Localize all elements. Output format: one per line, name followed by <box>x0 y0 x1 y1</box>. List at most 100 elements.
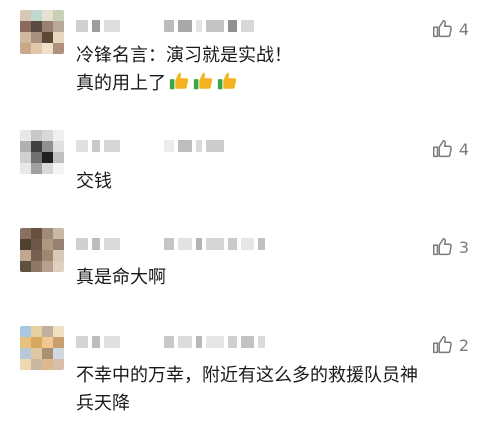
avatar[interactable] <box>20 228 64 272</box>
username-pixel-block <box>206 20 224 32</box>
avatar-pixel <box>20 130 31 141</box>
username-pixel-block <box>178 140 192 152</box>
comment-line: 冷锋名言：演习就是实战！ <box>76 45 292 66</box>
like-count: 2 <box>458 335 469 355</box>
emoji-group <box>168 70 238 92</box>
like-count: 3 <box>458 237 469 257</box>
username-pixel-block <box>178 238 192 250</box>
avatar-pixel <box>31 261 42 272</box>
like-button[interactable]: 4 <box>431 138 469 160</box>
avatar-pixel <box>31 326 42 337</box>
username-pixel-block <box>76 140 88 152</box>
avatar-pixel <box>53 359 64 370</box>
avatar-pixel <box>53 10 64 21</box>
username-pixel-block <box>104 20 120 32</box>
comment-text: 冷锋名言：演习就是实战！ 真的用上了 <box>76 42 476 98</box>
avatar-pixel <box>20 359 31 370</box>
comment-1: 4 冷锋名言：演习就是实战！ 真的用上了 <box>0 10 501 106</box>
avatar-pixel <box>31 163 42 174</box>
username-blurred[interactable] <box>76 332 265 352</box>
avatar-pixel <box>31 228 42 239</box>
avatar-pixel <box>53 163 64 174</box>
avatar-pixel <box>42 163 53 174</box>
username-pixel-block <box>228 336 237 348</box>
thumbs-up-icon <box>432 140 452 158</box>
avatar-pixel <box>53 250 64 261</box>
username-pixel-block <box>178 20 192 32</box>
comment-line: 真是命大啊 <box>76 267 166 288</box>
username-pixel-block <box>104 140 120 152</box>
username-pixel-block <box>104 336 120 348</box>
avatar-pixel <box>31 130 42 141</box>
comment-text: 不幸中的万幸，附近有这么多的救援队员神 兵天降 <box>76 362 476 418</box>
avatar-pixel <box>53 130 64 141</box>
username-pixel-block <box>258 238 265 250</box>
thumbs-up-icon <box>432 336 452 354</box>
like-button[interactable]: 2 <box>431 334 469 356</box>
thumbs-up-icon <box>432 20 452 38</box>
username-blurred[interactable] <box>76 16 254 36</box>
avatar-pixel <box>20 348 31 359</box>
username-pixel-block <box>241 20 254 32</box>
avatar-pixel <box>53 141 64 152</box>
avatar-pixel <box>31 141 42 152</box>
avatar-pixel <box>42 326 53 337</box>
avatar-pixel <box>42 228 53 239</box>
username-blurred[interactable] <box>76 136 224 156</box>
avatar-pixel <box>20 43 31 54</box>
username-pixel-block <box>92 336 100 348</box>
username-pixel-block <box>76 20 88 32</box>
avatar-pixel <box>42 348 53 359</box>
username-pixel-block <box>92 20 100 32</box>
comment-line: 交钱 <box>76 171 112 192</box>
username-pixel-block <box>164 336 174 348</box>
avatar-pixel <box>20 32 31 43</box>
avatar-pixel <box>53 261 64 272</box>
avatar[interactable] <box>20 10 64 54</box>
like-button[interactable]: 4 <box>431 18 469 40</box>
comment-text: 交钱 <box>76 168 476 196</box>
username-pixel-block <box>76 336 88 348</box>
avatar-pixel <box>20 141 31 152</box>
avatar-pixel <box>20 228 31 239</box>
username-pixel-block <box>228 238 237 250</box>
avatar-pixel <box>42 10 53 21</box>
username-blurred[interactable] <box>76 234 265 254</box>
thumbs-up-icon <box>432 238 452 256</box>
username-pixel-block <box>92 238 100 250</box>
username-pixel-block <box>76 238 88 250</box>
username-pixel-block <box>241 238 254 250</box>
username-pixel-block <box>241 336 254 348</box>
avatar-pixel <box>42 239 53 250</box>
avatar-pixel <box>42 250 53 261</box>
username-pixel-block <box>206 336 224 348</box>
like-count: 4 <box>458 19 469 39</box>
username-pixel-block <box>92 140 100 152</box>
avatar-pixel <box>42 152 53 163</box>
username-pixel-block <box>196 20 202 32</box>
avatar[interactable] <box>20 326 64 370</box>
avatar-pixel <box>42 141 53 152</box>
avatar-pixel <box>20 261 31 272</box>
avatar-pixel <box>31 239 42 250</box>
thumbs-up-emoji-icon <box>192 70 214 92</box>
username-pixel-block <box>178 336 192 348</box>
avatar-pixel <box>20 10 31 21</box>
username-pixel-block <box>196 238 202 250</box>
avatar-pixel <box>20 239 31 250</box>
avatar-pixel <box>31 43 42 54</box>
avatar-pixel <box>31 10 42 21</box>
comment-line: 不幸中的万幸，附近有这么多的救援队员神 <box>76 365 418 386</box>
avatar-pixel <box>31 21 42 32</box>
avatar[interactable] <box>20 130 64 174</box>
comment-2: 4 交钱 <box>0 130 501 200</box>
avatar-pixel <box>53 32 64 43</box>
avatar-pixel <box>53 348 64 359</box>
avatar-pixel <box>20 326 31 337</box>
like-button[interactable]: 3 <box>431 236 469 258</box>
username-pixel-block <box>164 140 174 152</box>
comment-4: 2 不幸中的万幸，附近有这么多的救援队员神 兵天降 <box>0 326 501 426</box>
avatar-pixel <box>42 43 53 54</box>
avatar-pixel <box>42 32 53 43</box>
avatar-pixel <box>31 32 42 43</box>
